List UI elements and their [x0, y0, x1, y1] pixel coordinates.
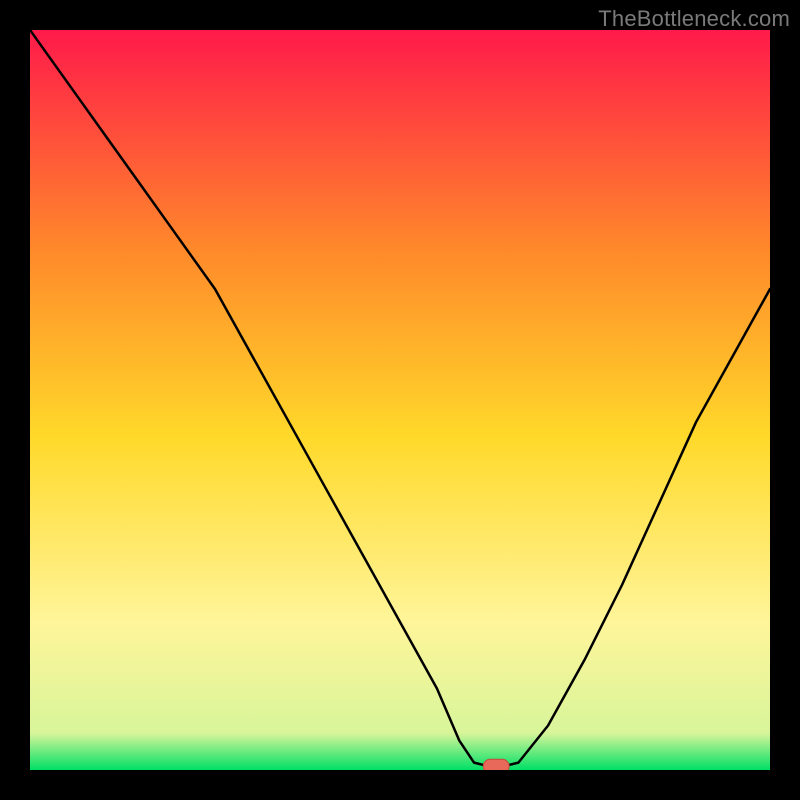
chart-frame: TheBottleneck.com	[0, 0, 800, 800]
bottleneck-chart	[30, 30, 770, 770]
gradient-background	[30, 30, 770, 770]
plot-area	[30, 30, 770, 770]
optimal-marker	[483, 759, 509, 770]
watermark-label: TheBottleneck.com	[598, 6, 790, 32]
